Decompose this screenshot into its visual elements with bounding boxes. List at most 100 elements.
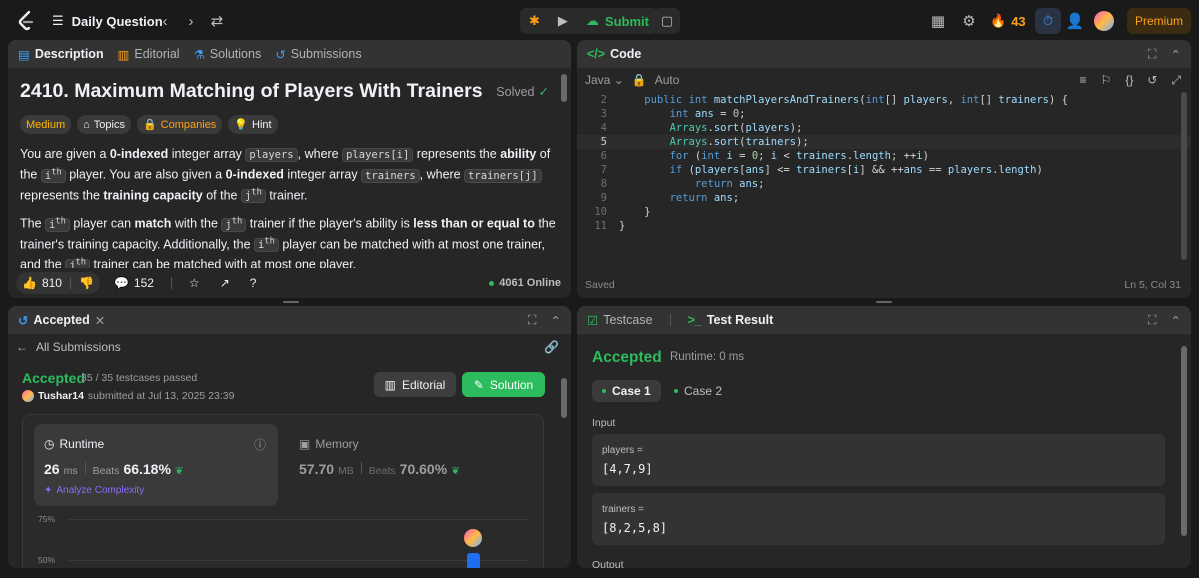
tab-accepted[interactable]: ↺ Accepted ✕	[18, 313, 105, 328]
debug-icon[interactable]: ✱	[520, 8, 549, 34]
case-2-tab[interactable]: Case 2	[664, 380, 732, 402]
result-scrollbar[interactable]	[1181, 346, 1189, 564]
maximize-icon[interactable]: ⛶	[1148, 47, 1157, 62]
code-line[interactable]: 8 return ans;	[577, 177, 1191, 191]
list-icon: ☰	[52, 13, 64, 28]
problem-list-nav[interactable]: ☰ Daily Question	[52, 10, 163, 32]
line-number: 6	[600, 150, 607, 162]
expand-icon[interactable]: ⤢	[1171, 73, 1181, 88]
tab-test-result[interactable]: >_ Test Result	[688, 313, 774, 327]
hint-tag[interactable]: 💡 Hint	[228, 115, 278, 134]
resize-handle[interactable]	[876, 301, 892, 303]
collapse-icon[interactable]: ⌃	[1171, 47, 1181, 62]
shuffle-icon[interactable]: ⇄	[203, 7, 231, 35]
close-icon[interactable]: ✕	[95, 313, 105, 328]
link-icon[interactable]: 🔗	[544, 340, 559, 354]
language-select[interactable]: Java ⌄	[585, 73, 624, 87]
collapse-icon[interactable]: ⌃	[551, 313, 561, 328]
thumbs-down-icon[interactable]: 👎	[79, 276, 94, 290]
lock-icon: 🔒	[631, 73, 647, 87]
runtime-card[interactable]: ◷ Runtime ⓘ 26 ms Beats 66.18% ❦ ✦ Analyz…	[34, 424, 278, 506]
description-footer: 👍 810 👎 💬 152 ☆ ↗ ? 4061 Online	[8, 268, 571, 298]
chevron-left-icon[interactable]: ‹	[151, 7, 179, 35]
help-icon[interactable]: ?	[244, 272, 263, 294]
code-line[interactable]: 11}	[577, 219, 1191, 233]
axis-label-50: 50%	[38, 555, 56, 565]
gear-icon[interactable]: ⚙	[955, 7, 983, 35]
code-line[interactable]: 10 }	[577, 205, 1191, 219]
code-scrollbar[interactable]	[1181, 92, 1189, 260]
clock-icon: ◷	[44, 437, 55, 451]
avatar	[22, 390, 34, 402]
leetcode-logo[interactable]	[14, 8, 38, 34]
line-number: 2	[600, 94, 607, 106]
grid-icon[interactable]: ▦	[924, 7, 952, 35]
code-line[interactable]: 4 Arrays.sort(players);	[577, 121, 1191, 135]
username[interactable]: Tushar14	[38, 390, 84, 402]
braces-icon[interactable]: {}	[1125, 73, 1133, 88]
code-line[interactable]: 6 for (int i = 0; i < trainers.length; +…	[577, 149, 1191, 163]
tab-solutions[interactable]: ⚗ Solutions	[194, 47, 262, 62]
tab-editorial[interactable]: ▥ Editorial	[118, 47, 180, 62]
avatar[interactable]	[1094, 11, 1114, 31]
code-line[interactable]: 3 int ans = 0;	[577, 107, 1191, 121]
scrollbar-thumb[interactable]	[1181, 346, 1187, 536]
comments-button[interactable]: 💬 152	[108, 272, 160, 294]
share-icon[interactable]: ↗	[214, 272, 236, 294]
accepted-scrollbar[interactable]	[561, 370, 569, 560]
runtime-value: 26	[44, 461, 60, 477]
code-line[interactable]: 5 Arrays.sort(trainers);	[577, 135, 1191, 149]
companies-tag[interactable]: 🔒 Companies	[136, 115, 223, 134]
runtime-beats: 66.18%	[123, 461, 171, 477]
tab-code[interactable]: </> Code	[587, 47, 641, 61]
test-result-panel: ☑ Testcase >_ Test Result ⛶ ⌃ Accepted R…	[577, 306, 1191, 568]
tab-testcase[interactable]: ☑ Testcase	[587, 313, 653, 328]
scrollbar-thumb[interactable]	[561, 378, 567, 418]
topics-tag[interactable]: ⌂ Topics	[77, 115, 131, 134]
add-user-icon[interactable]: 👤	[1061, 7, 1089, 35]
gridline	[69, 519, 529, 520]
submit-button[interactable]: ☁ Submit	[577, 8, 658, 34]
scrollbar-thumb[interactable]	[561, 74, 567, 102]
like-button[interactable]: 👍 810 👎	[16, 272, 100, 294]
code-line[interactable]: 2 public int matchPlayersAndTrainers(int…	[577, 93, 1191, 107]
user-bar[interactable]	[467, 553, 480, 568]
resize-handle[interactable]	[283, 301, 299, 303]
description-scrollbar[interactable]	[561, 72, 569, 262]
streak-counter[interactable]: 🔥 43	[990, 8, 1026, 34]
code-text: int ans = 0;	[669, 108, 746, 120]
case-1-tab[interactable]: Case 1	[592, 380, 661, 402]
bookmark-icon[interactable]: ⚐	[1101, 73, 1112, 88]
collapse-icon[interactable]: ⌃	[1171, 313, 1181, 328]
code-editor[interactable]: 2 public int matchPlayersAndTrainers(int…	[577, 92, 1191, 262]
performance-stats: ◷ Runtime ⓘ 26 ms Beats 66.18% ❦ ✦ Analyz…	[22, 414, 544, 568]
info-icon[interactable]: ⓘ	[254, 436, 266, 453]
all-submissions-link[interactable]: ← All Submissions 🔗	[8, 334, 571, 360]
maximize-icon[interactable]: ⛶	[528, 313, 537, 328]
code-text: if (players[ans] <= trainers[i] && ++ans…	[669, 164, 1043, 176]
star-icon[interactable]: ☆	[183, 272, 206, 294]
scrollbar-thumb[interactable]	[1181, 92, 1187, 260]
code-line[interactable]: 7 if (players[ans] <= trainers[i] && ++a…	[577, 163, 1191, 177]
note-icon[interactable]: ▢	[654, 8, 680, 34]
code-line[interactable]: 9 return ans;	[577, 191, 1191, 205]
players-input-box[interactable]: players = [4,7,9]	[592, 434, 1165, 486]
tab-description[interactable]: ▤ Description	[18, 47, 104, 62]
chevron-right-icon[interactable]: ›	[177, 7, 205, 35]
solution-button[interactable]: ✎ Solution	[462, 372, 545, 397]
memory-card[interactable]: ▣ Memory	[299, 437, 359, 451]
trainers-input-box[interactable]: trainers = [8,2,5,8]	[592, 493, 1165, 545]
maximize-icon[interactable]: ⛶	[1148, 313, 1157, 328]
difficulty-tag[interactable]: Medium	[20, 115, 72, 134]
trainers-value: [8,2,5,8]	[602, 521, 668, 535]
play-icon[interactable]: ▶	[549, 8, 577, 34]
premium-button[interactable]: Premium	[1127, 8, 1191, 34]
analyze-complexity-link[interactable]: ✦ Analyze Complexity	[44, 485, 144, 496]
editorial-button[interactable]: ▥ Editorial	[374, 372, 456, 397]
timer-icon[interactable]: ⏱	[1035, 8, 1061, 34]
reset-icon[interactable]: ↺	[1147, 73, 1157, 88]
tab-submissions[interactable]: ↺ Submissions	[275, 47, 361, 62]
statement-paragraph-1: You are given a 0-indexed integer array …	[20, 147, 551, 203]
format-icon[interactable]: ≡	[1080, 73, 1087, 88]
history-icon: ↺	[275, 47, 286, 62]
